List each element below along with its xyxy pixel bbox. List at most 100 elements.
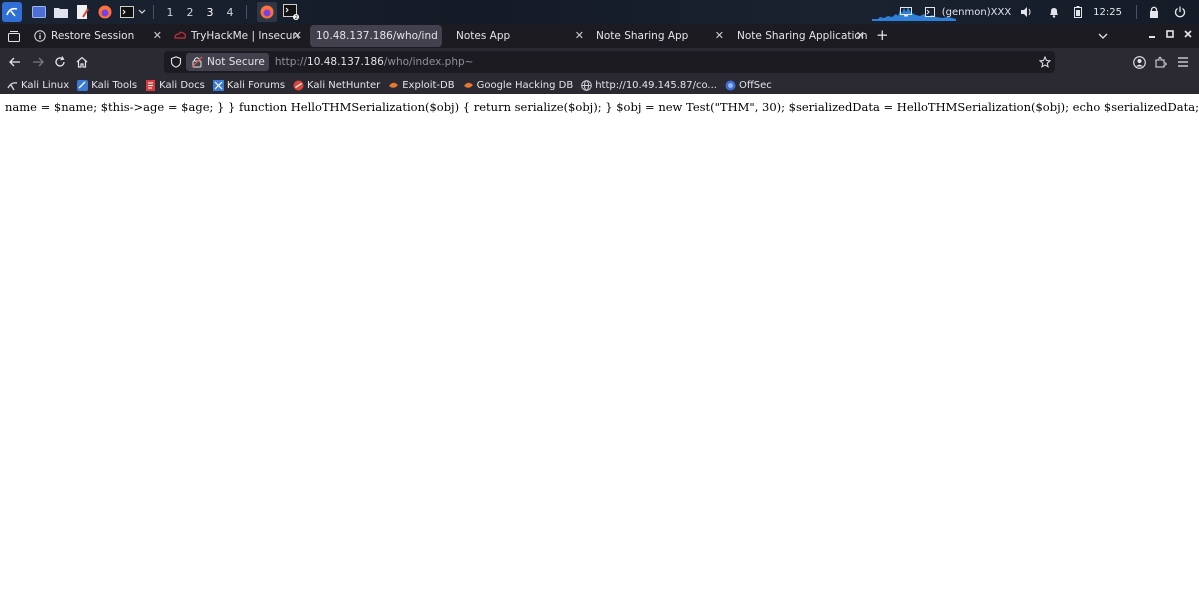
url-text[interactable]: http://10.48.137.186/who/index.php~ — [275, 56, 474, 68]
url-host: 10.48.137.186 — [307, 56, 384, 68]
kali-tools-icon — [77, 79, 89, 91]
tab-restore-session[interactable]: Restore Session ✕ — [28, 25, 168, 47]
broken-lock-icon — [191, 56, 203, 68]
close-window-icon[interactable] — [1184, 29, 1192, 42]
bookmark-kali-forums[interactable]: Kali Forums — [212, 79, 286, 91]
tab-label: Note Sharing App — [596, 30, 689, 42]
bookmark-kali-nethunter[interactable]: Kali NetHunter — [293, 80, 380, 91]
home-button[interactable] — [74, 54, 90, 70]
exploit-db-icon — [389, 82, 399, 88]
back-button[interactable] — [7, 54, 23, 70]
bookmark-label: Kali Tools — [91, 79, 138, 91]
kali-docs-icon — [146, 79, 156, 91]
new-tab-icon[interactable]: + — [876, 26, 889, 44]
bookmark-kali-linux[interactable]: Kali Linux — [7, 80, 69, 91]
files-icon[interactable] — [52, 3, 70, 21]
tab-note-sharing-app[interactable]: Note Sharing App ✕ — [590, 25, 730, 47]
nethunter-icon — [293, 80, 304, 90]
chevron-down-icon[interactable] — [1098, 29, 1108, 43]
url-path: /who/index.php~ — [383, 56, 474, 68]
shield-icon[interactable] — [170, 56, 182, 68]
clock[interactable]: 12:25 — [1093, 7, 1122, 18]
page-content: name = $name; $this->age = $age; } } fun… — [0, 94, 1199, 590]
terminal-icon[interactable] — [118, 3, 136, 21]
tryhackme-icon — [174, 31, 186, 39]
minimize-icon[interactable] — [1148, 29, 1156, 42]
close-icon[interactable]: ✕ — [575, 29, 584, 42]
tab-label: 10.48.137.186/who/index.php — [316, 30, 438, 42]
bookmark-label: Kali Linux — [21, 79, 70, 91]
power-icon[interactable] — [1171, 3, 1189, 21]
offsec-icon — [725, 80, 736, 90]
panel-separator — [1136, 5, 1137, 19]
bookmark-offsec[interactable]: OffSec — [725, 80, 772, 91]
chevron-down-icon[interactable] — [137, 3, 147, 21]
account-icon[interactable] — [1131, 54, 1147, 70]
bookmark-label: OffSec — [738, 79, 772, 91]
svg-text:2: 2 — [295, 15, 298, 20]
page-output-text: name = $name; $this->age = $age; } } fun… — [5, 100, 1199, 114]
genmon-text: (genmon)XXX — [941, 6, 1012, 18]
firefox-icon[interactable] — [96, 3, 114, 21]
workspace-1[interactable]: 1 — [160, 6, 180, 19]
tab-notes-app[interactable]: Notes App ✕ — [450, 25, 590, 47]
kali-forums-icon — [212, 79, 224, 91]
top-panel: 1 2 3 4 2 (genmon)XXX 12:25 — [0, 0, 1199, 24]
close-icon[interactable]: ✕ — [715, 29, 724, 42]
tab-tryhackme[interactable]: TryHackMe | Insecure Des ✕ — [168, 25, 308, 47]
terminal-window-icon[interactable]: 2 — [281, 2, 301, 22]
security-label: Not Secure — [207, 56, 265, 68]
forward-button[interactable] — [30, 54, 46, 70]
battery-icon[interactable] — [1069, 3, 1087, 21]
kali-menu-icon[interactable] — [2, 2, 22, 22]
ghdb-icon — [463, 82, 473, 88]
lock-icon[interactable] — [1145, 3, 1163, 21]
maximize-icon[interactable] — [1166, 29, 1174, 42]
workspace-3[interactable]: 3 — [200, 6, 220, 19]
desktop-icon[interactable] — [30, 3, 48, 21]
bookmark-exploit-db[interactable]: Exploit-DB — [388, 79, 455, 91]
tab-label: Notes App — [456, 30, 511, 42]
bookmark-google-hacking-db[interactable]: Google Hacking DB — [463, 79, 574, 91]
tab-list-icon[interactable] — [2, 24, 26, 48]
tab-strip: Restore Session ✕ TryHackMe | Insecure D… — [0, 24, 1199, 48]
url-bar[interactable]: Not Secure http://10.48.137.186/who/inde… — [164, 51, 1055, 73]
bell-icon[interactable] — [1045, 3, 1063, 21]
url-prefix: http:// — [274, 56, 308, 68]
text-editor-icon[interactable] — [74, 3, 92, 21]
nav-bar: Not Secure http://10.48.137.186/who/inde… — [0, 48, 1199, 76]
globe-icon — [581, 79, 592, 91]
workspace-4[interactable]: 4 — [220, 6, 240, 19]
display-icon[interactable] — [897, 3, 915, 21]
panel-separator — [153, 5, 154, 19]
bookmark-label: http://10.49.145.87/co... — [595, 79, 717, 91]
bookmark-label: Exploit-DB — [402, 79, 455, 91]
tab-label: Restore Session — [51, 30, 135, 42]
tab-note-sharing-application[interactable]: Note Sharing Application ✕ — [731, 25, 871, 47]
bookmark-label: Kali Docs — [159, 79, 205, 91]
reload-button[interactable] — [52, 54, 68, 70]
info-icon — [34, 30, 46, 42]
bookmark-star-icon[interactable] — [1039, 56, 1051, 68]
close-icon[interactable]: ✕ — [153, 29, 162, 42]
close-icon[interactable]: ✕ — [856, 29, 865, 42]
firefox-window-icon[interactable] — [257, 2, 277, 22]
bookmark-label: Google Hacking DB — [476, 79, 574, 91]
volume-icon[interactable] — [1017, 3, 1035, 21]
menu-icon[interactable] — [1175, 54, 1191, 70]
tab-who-index[interactable]: 10.48.137.186/who/index.php — [310, 25, 442, 47]
tab-label: TryHackMe | Insecure Des — [191, 30, 299, 42]
tab-label: Note Sharing Application — [737, 30, 868, 42]
close-icon[interactable]: ✕ — [293, 29, 302, 42]
not-secure-badge[interactable]: Not Secure — [186, 53, 269, 71]
genmon-icon — [921, 3, 939, 21]
kali-dragon-icon — [7, 81, 18, 90]
extensions-icon[interactable] — [1153, 54, 1169, 70]
bookmark-label: Kali Forums — [226, 79, 286, 91]
bookmarks-bar: Kali Linux Kali Tools Kali Docs Kali For… — [0, 76, 1199, 94]
bookmark-local-url[interactable]: http://10.49.145.87/co... — [581, 80, 717, 91]
bookmark-kali-tools[interactable]: Kali Tools — [77, 79, 138, 91]
bookmark-kali-docs[interactable]: Kali Docs — [145, 79, 205, 91]
panel-separator — [246, 5, 247, 19]
workspace-2[interactable]: 2 — [180, 6, 200, 19]
